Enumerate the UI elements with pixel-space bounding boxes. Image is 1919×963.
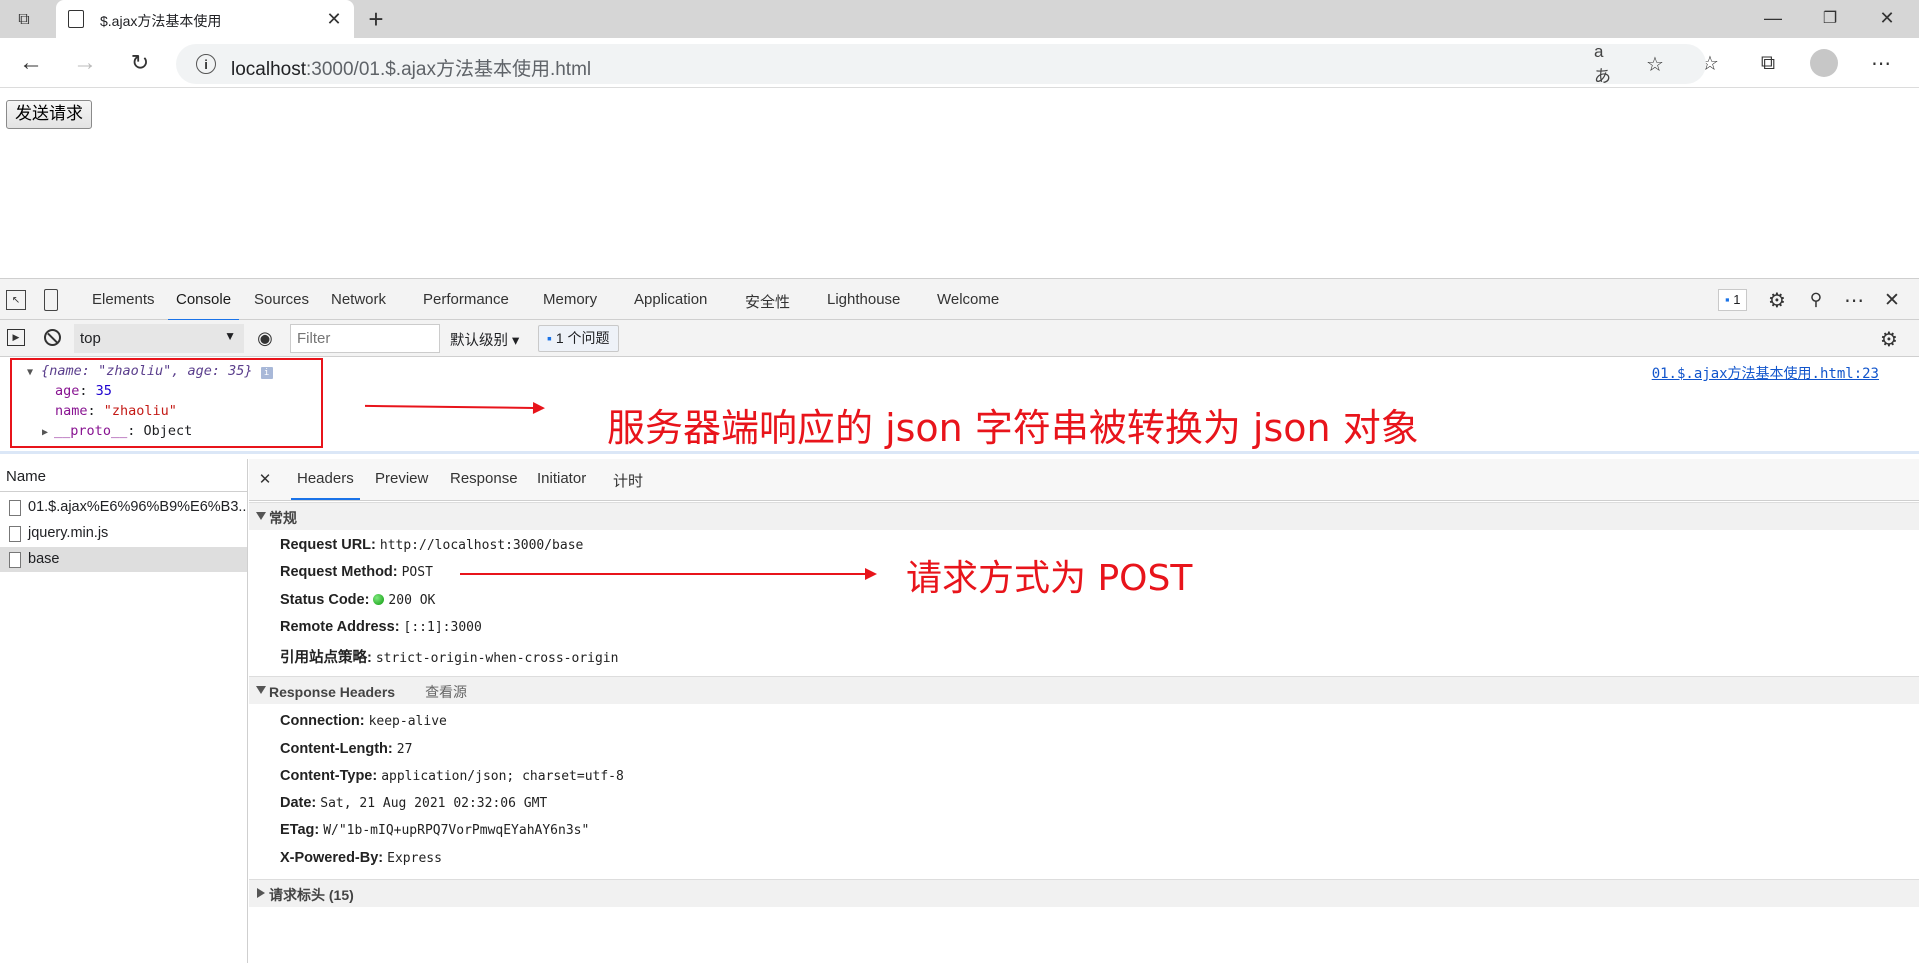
tab-lighthouse[interactable]: Lighthouse <box>827 291 900 308</box>
profile-avatar[interactable] <box>1810 49 1838 77</box>
file-icon <box>9 552 21 568</box>
message-icon: ▪ <box>547 330 552 346</box>
issues-button[interactable]: ▪ 1 个问题 <box>538 325 619 352</box>
clear-console-icon[interactable] <box>44 329 61 346</box>
add-favorite-icon[interactable]: ☆ <box>1642 52 1668 76</box>
collections-icon[interactable]: ⧉ <box>1755 50 1781 76</box>
annotation-post-note: 请求方式为 POST <box>906 558 1193 599</box>
response-header-row: Content-Type: application/json; charset=u… <box>280 768 624 784</box>
tab-preview[interactable]: Preview <box>375 470 428 487</box>
dropdown-arrow-icon: ▼ <box>224 329 236 343</box>
tab-network[interactable]: Network <box>331 291 386 308</box>
request-details-panel: ✕ Headers Preview Response Initiator 计时 … <box>249 459 1919 963</box>
request-row[interactable]: 01.$.ajax%E6%96%B9%E6%B3... <box>0 495 247 520</box>
response-headers-section-header[interactable]: Response Headers 查看源 <box>249 676 1919 704</box>
request-headers-section-header[interactable]: 请求标头 (15) <box>249 879 1919 907</box>
close-devtools-icon[interactable]: ✕ <box>1881 289 1903 311</box>
general-row: Request URL: http://localhost:3000/base <box>280 537 584 553</box>
send-request-button[interactable]: 发送请求 <box>6 100 92 129</box>
message-icon: ▪ <box>1725 292 1730 307</box>
new-tab-icon[interactable]: + <box>364 4 388 34</box>
tab-title: $.ajax方法基本使用 <box>100 13 222 29</box>
network-request-list: Name 01.$.ajax%E6%96%B9%E6%B3... jquery.… <box>0 459 248 963</box>
response-header-row: Content-Length: 27 <box>280 741 413 757</box>
tab-strip: ⧉ $.ajax方法基本使用 ✕ + — ❐ ✕ <box>0 0 1919 38</box>
name-column-header[interactable]: Name <box>0 459 248 492</box>
devtools-tabbar: ↖ Elements Console Sources Network Perfo… <box>0 278 1919 321</box>
expand-triangle-icon <box>256 512 266 520</box>
log-level-dropdown[interactable]: 默认级别 ▾ <box>450 329 519 350</box>
back-icon[interactable]: ← <box>18 49 44 76</box>
more-menu-icon[interactable]: ⋯ <box>1868 50 1894 76</box>
browser-tab[interactable]: $.ajax方法基本使用 ✕ <box>56 0 354 38</box>
forward-icon[interactable]: → <box>72 49 98 76</box>
tab-performance[interactable]: Performance <box>423 291 509 308</box>
filter-input[interactable] <box>290 324 440 353</box>
status-ok-icon <box>373 594 385 605</box>
general-row: Remote Address: [::1]:3000 <box>280 619 482 635</box>
annotation-highlight-box <box>10 358 323 448</box>
tab-initiator[interactable]: Initiator <box>537 470 586 487</box>
tab-timing[interactable]: 计时 <box>613 470 643 491</box>
close-details-icon[interactable]: ✕ <box>257 471 273 488</box>
inspect-element-icon[interactable]: ↖ <box>6 290 26 310</box>
restore-icon[interactable]: ❐ <box>1818 8 1842 28</box>
settings-gear-icon[interactable]: ⚙ <box>1766 289 1788 312</box>
response-header-row: X-Powered-By: Express <box>280 850 442 866</box>
collapse-triangle-icon <box>257 888 265 898</box>
file-icon <box>9 500 21 516</box>
url-text: localhost:3000/01.$.ajax方法基本使用.html <box>231 59 592 80</box>
address-bar[interactable]: i localhost:3000/01.$.ajax方法基本使用.html aあ… <box>176 42 1706 86</box>
tab-memory[interactable]: Memory <box>543 291 597 308</box>
context-select[interactable]: top ▼ <box>74 324 244 353</box>
more-options-icon[interactable]: ⋯ <box>1843 289 1865 312</box>
site-info-icon[interactable]: i <box>196 54 216 74</box>
annotation-json-note: 服务器端响应的 json 字符串被转换为 json 对象 <box>607 406 1419 450</box>
issues-counter[interactable]: ▪ 1 <box>1718 289 1748 311</box>
device-toolbar-icon[interactable] <box>44 289 58 311</box>
tab-elements[interactable]: Elements <box>92 291 155 308</box>
minimize-icon[interactable]: — <box>1761 8 1785 28</box>
read-aloud-icon[interactable]: aあ <box>1594 42 1620 86</box>
tab-application[interactable]: Application <box>634 291 707 308</box>
tab-actions-icon[interactable]: ⧉ <box>14 10 34 30</box>
details-tabbar: ✕ Headers Preview Response Initiator 计时 <box>249 459 1919 501</box>
expand-triangle-icon <box>256 686 266 694</box>
response-header-row: Connection: keep-alive <box>280 713 447 729</box>
console-source-link[interactable]: 01.$.ajax方法基本使用.html:23 <box>1652 363 1879 383</box>
tab-security[interactable]: 安全性 <box>745 291 790 312</box>
close-window-icon[interactable]: ✕ <box>1875 8 1899 28</box>
reload-icon[interactable]: ↻ <box>127 50 153 76</box>
general-row: Request Method: POST <box>280 564 433 580</box>
file-icon <box>9 526 21 542</box>
console-toolbar: ▶ ◉ 默认级别 ▾ ⚙ <box>0 320 1919 357</box>
tab-welcome[interactable]: Welcome <box>937 291 999 308</box>
page-icon <box>68 10 84 28</box>
response-header-row: Date: Sat, 21 Aug 2021 02:32:06 GMT <box>280 795 548 811</box>
tab-sources[interactable]: Sources <box>254 291 309 308</box>
general-row: Status Code: 200 OK <box>280 592 436 608</box>
general-section-header[interactable]: 常规 <box>249 502 1919 530</box>
annotation-arrow <box>460 568 877 580</box>
request-row[interactable]: jquery.min.js <box>0 521 247 546</box>
tab-console[interactable]: Console <box>167 291 240 321</box>
tab-response[interactable]: Response <box>450 470 518 487</box>
console-settings-gear-icon[interactable]: ⚙ <box>1878 328 1900 351</box>
request-row-selected[interactable]: base <box>0 547 247 572</box>
close-tab-icon[interactable]: ✕ <box>324 9 344 29</box>
customize-icon[interactable]: ⚲ <box>1805 289 1827 311</box>
general-row: 引用站点策略: strict-origin-when-cross-origin <box>280 650 619 666</box>
tab-headers[interactable]: Headers <box>291 470 360 500</box>
live-expression-eye-icon[interactable]: ◉ <box>254 328 276 348</box>
sidebar-toggle-icon[interactable]: ▶ <box>7 329 25 346</box>
response-header-row: ETag: W/"1b-mIQ+upRPQ7VorPmwqEYahAY6n3s" <box>280 822 590 838</box>
view-source-link[interactable]: 查看源 <box>425 684 467 700</box>
